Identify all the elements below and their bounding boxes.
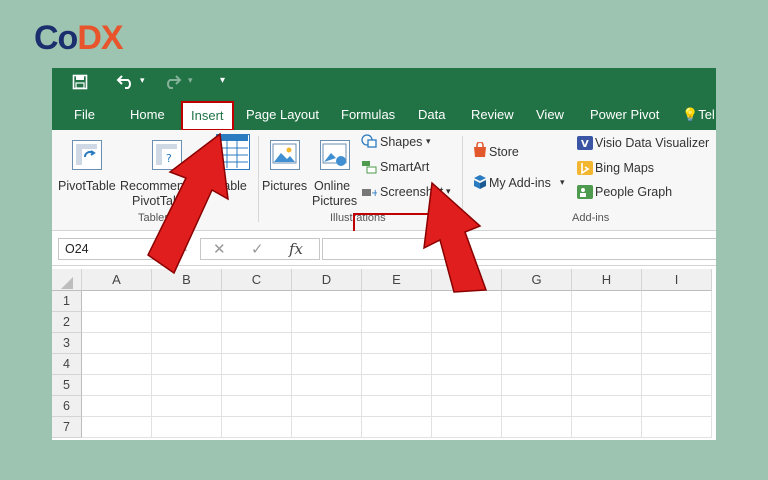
arrow-to-insert-tab bbox=[147, 132, 229, 275]
red-arrows-overlay bbox=[147, 132, 488, 293]
codx-logo: CoDX bbox=[34, 19, 124, 57]
excel-window: ▾ ▾ ▾ File Home Insert Page Layout Formu… bbox=[52, 68, 716, 440]
arrow-to-smartart bbox=[423, 181, 488, 293]
